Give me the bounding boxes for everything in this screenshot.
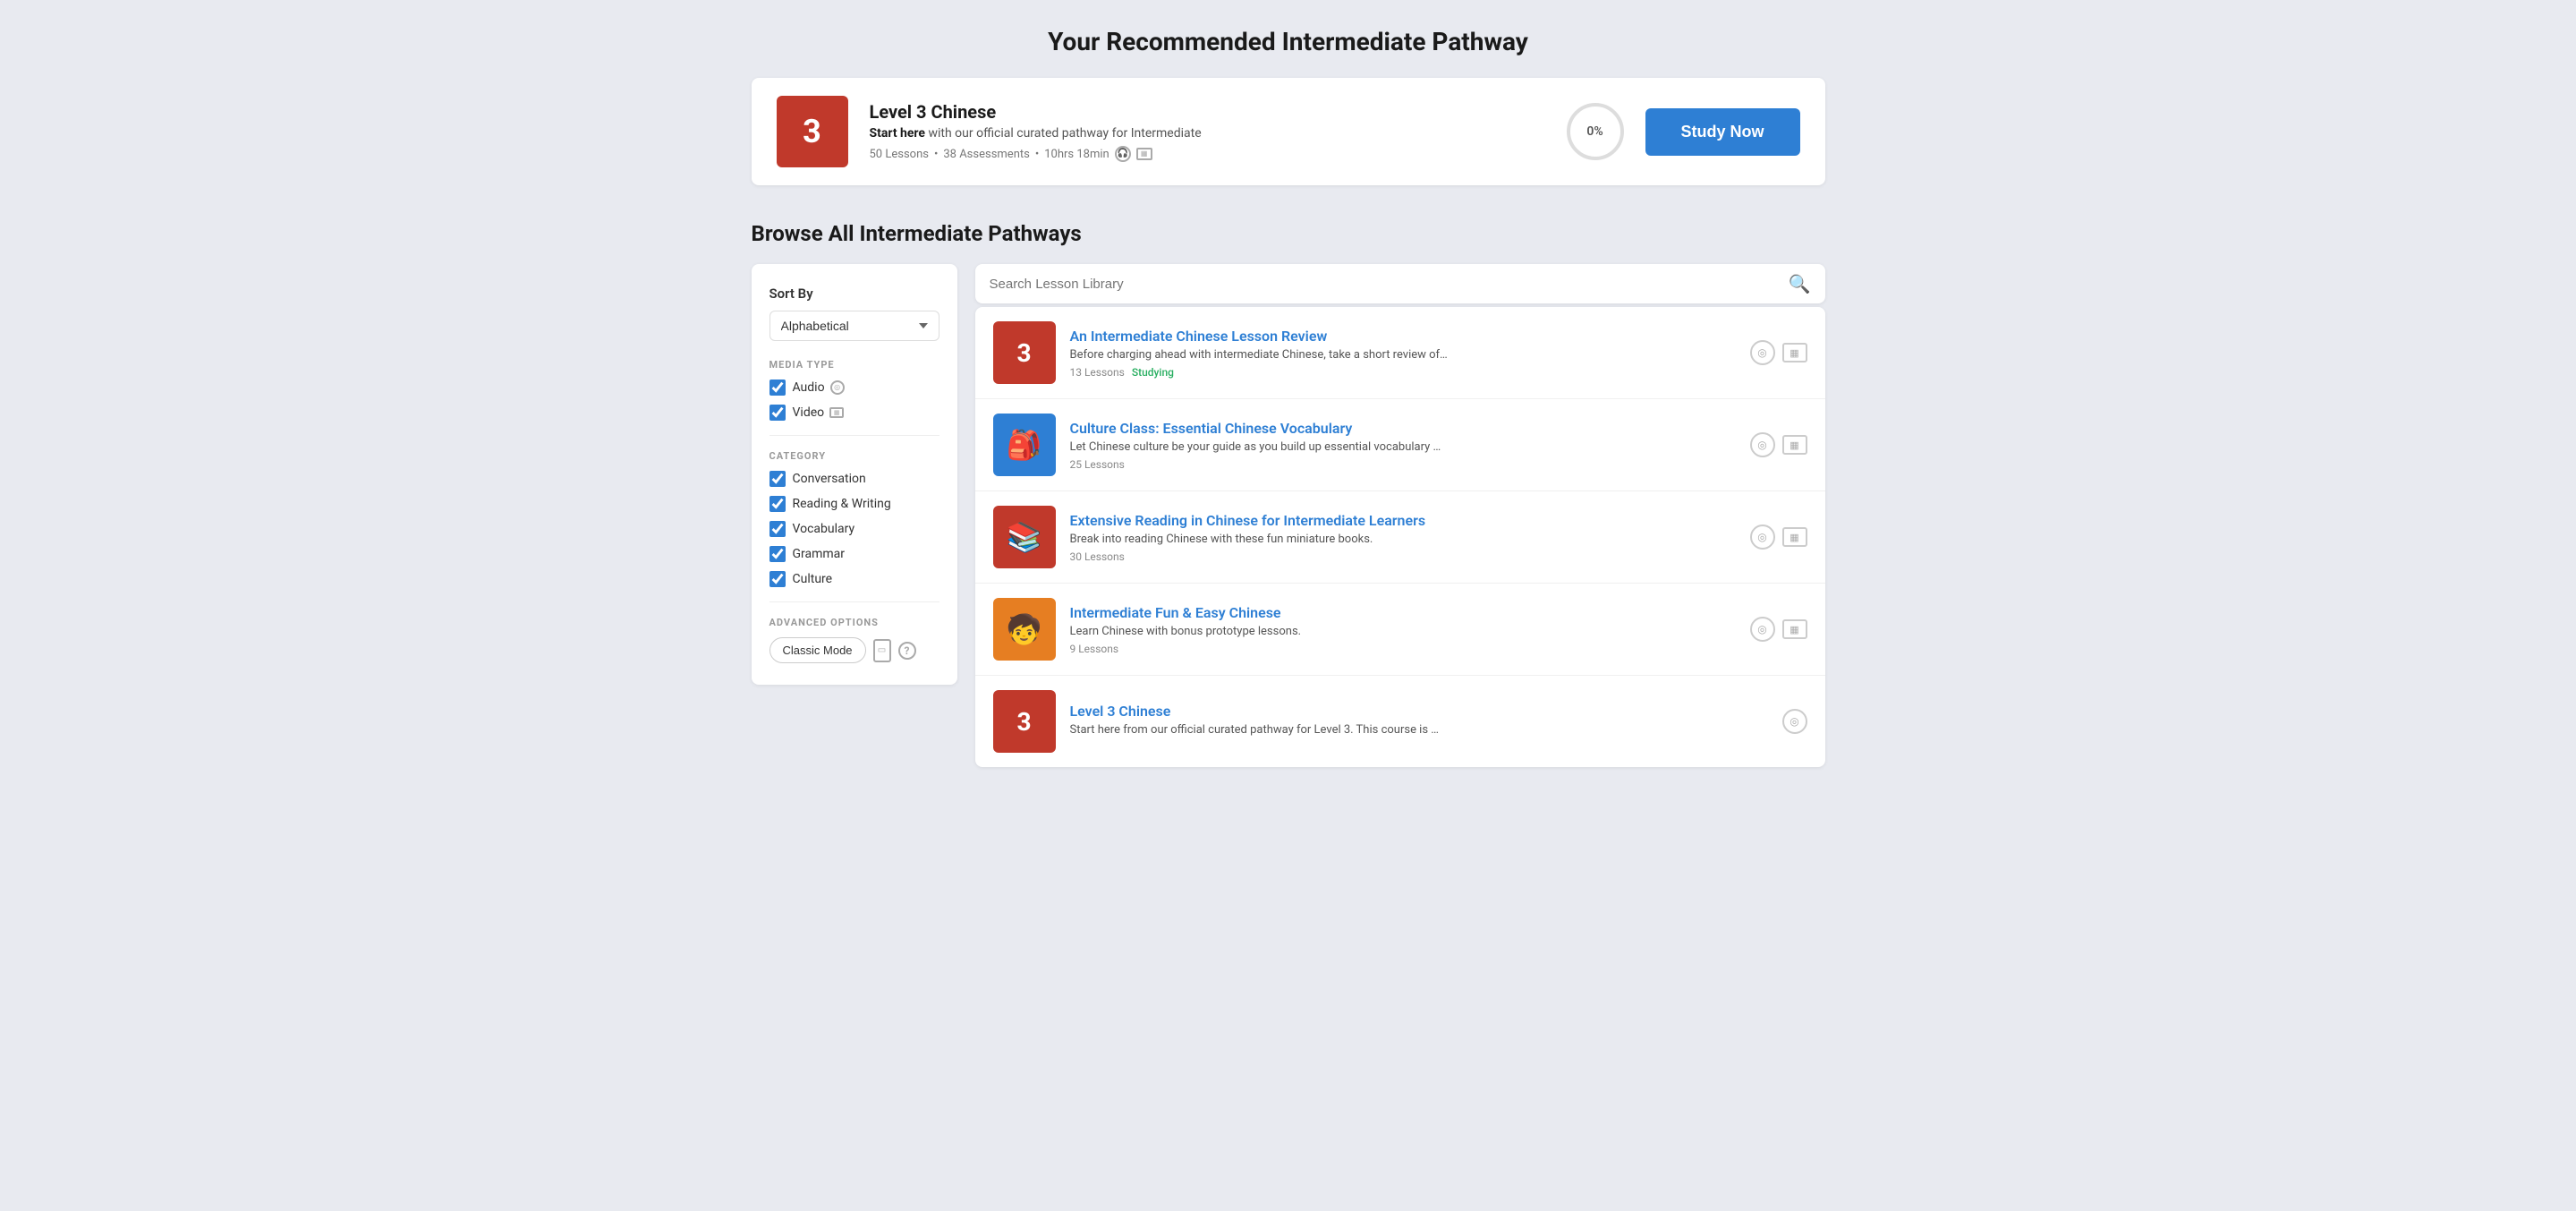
lesson-audio-icon-2[interactable]: ◎ [1750, 524, 1775, 550]
recommended-start-here: Start here with our official curated pat… [870, 126, 1545, 141]
lesson-desc-4: Start here from our official curated pat… [1070, 723, 1768, 737]
sort-select[interactable]: Alphabetical Most Recent Most Popular [769, 311, 939, 341]
lesson-list-container: 🔍 3 An Intermediate Chinese Lesson Revie… [975, 264, 1825, 767]
lesson-video-icon-2[interactable]: ▦ [1782, 527, 1807, 547]
lesson-audio-icon-3[interactable]: ◎ [1750, 617, 1775, 642]
classic-mode-row: Classic Mode ▭ ? [769, 637, 939, 663]
category-reading-writing-row: Reading & Writing [769, 496, 939, 512]
lesson-title-2[interactable]: Extensive Reading in Chinese for Interme… [1070, 512, 1736, 529]
culture-label[interactable]: Culture [793, 572, 833, 586]
lesson-title-1[interactable]: Culture Class: Essential Chinese Vocabul… [1070, 420, 1736, 437]
lesson-title-0[interactable]: An Intermediate Chinese Lesson Review [1070, 328, 1736, 345]
search-bar: 🔍 [975, 264, 1825, 303]
recommended-pathway-card: 3 Level 3 Chinese Start here with our of… [752, 78, 1825, 185]
vocabulary-label[interactable]: Vocabulary [793, 522, 855, 536]
video-checkbox[interactable] [769, 405, 786, 421]
lesson-actions-0: ◎ ▦ [1750, 340, 1807, 365]
lesson-thumb-2: 📚 [993, 506, 1056, 568]
conversation-label[interactable]: Conversation [793, 472, 866, 486]
lesson-content-3: Intermediate Fun & Easy Chinese Learn Ch… [1070, 604, 1736, 655]
lesson-meta-0: 13 Lessons Studying [1070, 366, 1736, 379]
divider-1 [769, 435, 939, 436]
lesson-actions-3: ◎ ▦ [1750, 617, 1807, 642]
lesson-video-icon-3[interactable]: ▦ [1782, 619, 1807, 639]
browse-title: Browse All Intermediate Pathways [752, 221, 1825, 246]
lesson-content-2: Extensive Reading in Chinese for Interme… [1070, 512, 1736, 563]
advanced-options-label: ADVANCED OPTIONS [769, 617, 939, 628]
culture-checkbox[interactable] [769, 571, 786, 587]
video-meta-icon: ▦ [1136, 148, 1152, 160]
reading-writing-label[interactable]: Reading & Writing [793, 497, 891, 511]
media-type-label: MEDIA TYPE [769, 359, 939, 371]
divider-2 [769, 601, 939, 602]
lesson-meta-3: 9 Lessons [1070, 643, 1736, 655]
lesson-content-0: An Intermediate Chinese Lesson Review Be… [1070, 328, 1736, 379]
category-grammar-row: Grammar [769, 546, 939, 562]
lesson-title-4[interactable]: Level 3 Chinese [1070, 703, 1768, 720]
level-badge: 3 [777, 96, 848, 167]
list-item: 🎒 Culture Class: Essential Chinese Vocab… [975, 399, 1825, 491]
lesson-audio-icon-0[interactable]: ◎ [1750, 340, 1775, 365]
category-vocabulary-row: Vocabulary [769, 521, 939, 537]
lesson-desc-1: Let Chinese culture be your guide as you… [1070, 440, 1736, 454]
list-item: 3 An Intermediate Chinese Lesson Review … [975, 307, 1825, 399]
vocabulary-checkbox[interactable] [769, 521, 786, 537]
progress-circle: 0% [1567, 103, 1624, 160]
lesson-actions-4: ◎ [1782, 709, 1807, 734]
grammar-label[interactable]: Grammar [793, 547, 846, 561]
lesson-thumb-3: 🧒 [993, 598, 1056, 661]
info-icon[interactable]: ? [898, 642, 916, 660]
studying-badge-0: Studying [1132, 366, 1174, 379]
audio-meta-icon: 🎧 [1115, 146, 1131, 162]
recommended-info: Level 3 Chinese Start here with our offi… [870, 101, 1545, 162]
video-icon: ▦ [829, 407, 844, 418]
list-item: 🧒 Intermediate Fun & Easy Chinese Learn … [975, 584, 1825, 676]
lesson-thumb-4: 3 [993, 690, 1056, 753]
recommended-course-title: Level 3 Chinese [870, 101, 1545, 123]
lesson-actions-1: ◎ ▦ [1750, 432, 1807, 457]
category-conversation-row: Conversation [769, 471, 939, 487]
lesson-meta-1: 25 Lessons [1070, 458, 1736, 471]
sidebar: Sort By Alphabetical Most Recent Most Po… [752, 264, 957, 685]
browse-layout: Sort By Alphabetical Most Recent Most Po… [752, 264, 1825, 767]
video-label[interactable]: Video ▦ [793, 405, 845, 420]
classic-mode-button[interactable]: Classic Mode [769, 637, 866, 663]
lesson-content-1: Culture Class: Essential Chinese Vocabul… [1070, 420, 1736, 471]
category-culture-row: Culture [769, 571, 939, 587]
lesson-desc-2: Break into reading Chinese with these fu… [1070, 533, 1736, 546]
audio-checkbox-row: Audio ◎ [769, 380, 939, 396]
video-checkbox-row: Video ▦ [769, 405, 939, 421]
recommended-meta: 50 Lessons • 38 Assessments • 10hrs 18mi… [870, 146, 1545, 162]
lesson-desc-3: Learn Chinese with bonus prototype lesso… [1070, 625, 1736, 638]
lesson-actions-2: ◎ ▦ [1750, 524, 1807, 550]
device-icon: ▭ [873, 639, 891, 662]
search-icon[interactable]: 🔍 [1789, 273, 1811, 294]
advanced-section: ADVANCED OPTIONS Classic Mode ▭ ? [769, 617, 939, 663]
lesson-desc-0: Before charging ahead with intermediate … [1070, 348, 1736, 362]
page-recommended-title: Your Recommended Intermediate Pathway [36, 27, 2540, 56]
lesson-list: 3 An Intermediate Chinese Lesson Review … [975, 307, 1825, 767]
grammar-checkbox[interactable] [769, 546, 786, 562]
audio-label[interactable]: Audio ◎ [793, 380, 845, 395]
lesson-audio-icon-1[interactable]: ◎ [1750, 432, 1775, 457]
audio-icon: ◎ [830, 380, 845, 395]
list-item: 3 Level 3 Chinese Start here from our of… [975, 676, 1825, 767]
search-input[interactable] [990, 277, 1780, 292]
lesson-audio-icon-4[interactable]: ◎ [1782, 709, 1807, 734]
category-label: CATEGORY [769, 450, 939, 462]
lesson-content-4: Level 3 Chinese Start here from our offi… [1070, 703, 1768, 741]
lesson-video-icon-1[interactable]: ▦ [1782, 435, 1807, 455]
list-item: 📚 Extensive Reading in Chinese for Inter… [975, 491, 1825, 584]
lesson-title-3[interactable]: Intermediate Fun & Easy Chinese [1070, 604, 1736, 621]
conversation-checkbox[interactable] [769, 471, 786, 487]
lesson-video-icon-0[interactable]: ▦ [1782, 343, 1807, 362]
lesson-thumb-1: 🎒 [993, 414, 1056, 476]
reading-writing-checkbox[interactable] [769, 496, 786, 512]
lesson-meta-2: 30 Lessons [1070, 550, 1736, 563]
lesson-thumb-0: 3 [993, 321, 1056, 384]
audio-checkbox[interactable] [769, 380, 786, 396]
study-now-button[interactable]: Study Now [1645, 108, 1800, 156]
sort-by-label: Sort By [769, 286, 939, 302]
